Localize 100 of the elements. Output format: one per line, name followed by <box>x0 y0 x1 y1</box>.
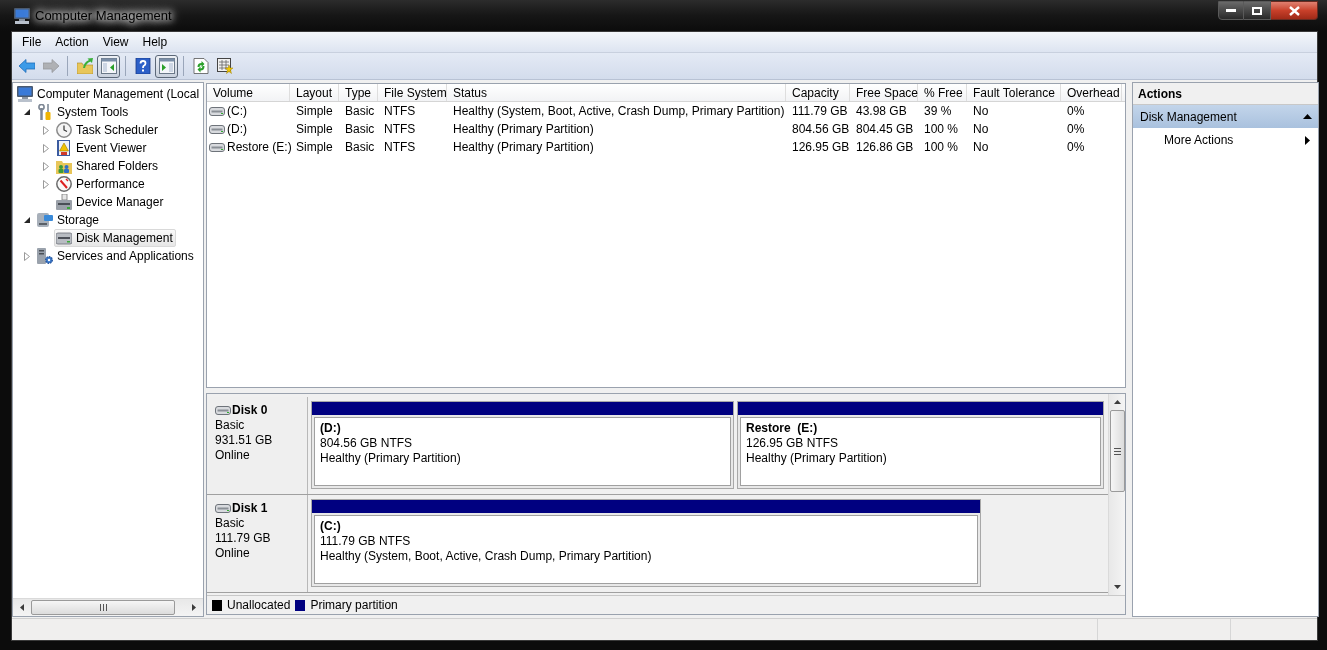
partition-block[interactable]: (D:) 804.56 GB NTFS Healthy (Primary Partition) <box>311 401 734 489</box>
drive-icon <box>209 106 225 116</box>
menu-item[interactable]: Action <box>48 32 96 52</box>
collapsed-triangle-icon[interactable] <box>43 179 49 189</box>
folder-arrow-icon <box>76 58 93 74</box>
partition-size: 111.79 GB NTFS <box>320 534 412 549</box>
window-title: Computer Management <box>33 5 174 26</box>
scrollbar-thumb[interactable] <box>1109 410 1125 492</box>
partition-name: (D:) <box>320 421 342 436</box>
tree-item[interactable]: Event Viewer <box>54 139 150 157</box>
partition-block[interactable]: (C:) 111.79 GB NTFS Healthy (System, Boot, Active, Crash Dump, Primary Partition) <box>311 499 981 587</box>
table-cell-text: 111.79 GB <box>791 103 849 120</box>
toolbar-button[interactable] <box>97 54 120 78</box>
tree-item[interactable]: Disk Management <box>54 229 176 247</box>
table-cell-text: No <box>972 121 990 138</box>
expanded-triangle-icon[interactable] <box>24 217 30 223</box>
table-row[interactable]: (D:) Simple Basic NTFS Healthy (Primary Partition) 804.56 GB 804.45 GB 100 % No 0% <box>207 120 1125 138</box>
table-cell-text: Restore (E:) <box>227 139 292 156</box>
grip-icon <box>1113 447 1121 455</box>
table-cell-text: Healthy (System, Boot, Active, Crash Dump, Primary Partition) <box>452 103 786 120</box>
maximize-button[interactable] <box>1244 1 1271 20</box>
tree-item[interactable]: Task Scheduler <box>54 121 162 139</box>
table-cell-text: 0% <box>1066 121 1086 138</box>
table-row[interactable]: Restore (E:) Simple Basic NTFS Healthy (Primary Partition) 126.95 GB 126.86 GB 100 % No 0% <box>207 138 1125 156</box>
partition-size: 804.56 GB NTFS <box>320 436 414 451</box>
refresh-icon <box>192 58 209 74</box>
column-header[interactable]: % Free <box>918 84 967 101</box>
table-cell-text: 100 % <box>923 139 960 156</box>
table-cell-text: (D:) <box>227 121 247 138</box>
table-row[interactable]: (C:) Simple Basic NTFS Healthy (System, Boot, Active, Crash Dump, Primary Partition) 111.79 GB 43.98 GB 39 % No 0% <box>207 102 1125 120</box>
table-cell-text: 0% <box>1066 103 1086 120</box>
tree-item[interactable]: Shared Folders <box>54 157 162 175</box>
collapsed-triangle-icon[interactable] <box>43 143 49 153</box>
collapsed-triangle-icon[interactable] <box>24 251 30 261</box>
column-header[interactable]: Fault Tolerance <box>967 84 1061 101</box>
scroll-up-icon[interactable] <box>1113 400 1121 404</box>
storage-drive-icon <box>37 212 53 228</box>
column-header[interactable]: Layout <box>290 84 339 101</box>
column-header[interactable]: Capacity <box>786 84 850 101</box>
tree-item[interactable]: Services and Applications <box>35 247 197 265</box>
table-cell-text: Healthy (Primary Partition) <box>452 121 595 138</box>
action-section[interactable]: Disk Management <box>1133 105 1318 128</box>
scroll-down-icon[interactable] <box>1113 585 1121 589</box>
gauge-icon <box>56 176 72 192</box>
table-cell-text: (C:) <box>227 103 247 120</box>
table-cell-text: NTFS <box>383 103 417 120</box>
tree-item[interactable]: Computer Management (Local <box>15 85 203 103</box>
menu-item[interactable]: File <box>15 32 49 52</box>
tree-item[interactable]: Storage <box>35 211 103 229</box>
menu-item[interactable]: Help <box>135 32 175 52</box>
toolbar-button[interactable] <box>155 54 178 78</box>
table-cell-text: Healthy (Primary Partition) <box>452 139 595 156</box>
legend-label: Primary partition <box>310 597 398 614</box>
column-header[interactable]: Status <box>447 84 786 101</box>
column-header[interactable]: File System <box>378 84 447 101</box>
tree-item[interactable]: Performance <box>54 175 148 193</box>
device-icon <box>56 194 72 210</box>
collapsed-triangle-icon[interactable] <box>43 161 49 171</box>
action-item[interactable]: More Actions <box>1133 128 1318 152</box>
tree-item[interactable]: System Tools <box>35 103 132 121</box>
collapsed-triangle-icon[interactable] <box>43 125 49 135</box>
partition-name: Restore (E:) <box>746 421 819 436</box>
table-cell-text: 43.98 GB <box>855 103 908 120</box>
actions-header: Actions <box>1133 83 1318 105</box>
table-cell-text: NTFS <box>383 139 417 156</box>
column-header[interactable]: Type <box>339 84 378 101</box>
close-icon <box>1288 5 1300 16</box>
scroll-left-icon[interactable] <box>20 604 24 611</box>
disk-type: Basic <box>215 418 246 433</box>
column-header[interactable]: Free Space <box>850 84 918 101</box>
partition-size: 126.95 GB NTFS <box>746 436 840 451</box>
disk-name: Disk 1 <box>232 501 268 516</box>
partition-block[interactable]: Restore (E:) 126.95 GB NTFS Healthy (Primary Partition) <box>737 401 1104 489</box>
drive-icon <box>215 504 231 513</box>
table-cell-text: Simple <box>295 139 334 156</box>
partition-name: (C:) <box>320 519 342 534</box>
close-button[interactable] <box>1271 1 1318 20</box>
scrollbar-thumb[interactable] <box>31 600 175 615</box>
table-cell-text: Basic <box>344 139 376 156</box>
disk-status: Online <box>215 448 251 463</box>
column-header[interactable]: Volume <box>207 84 290 101</box>
table-cell-text: Basic <box>344 103 376 120</box>
column-header[interactable]: Overhead <box>1061 84 1122 101</box>
partition-status: Healthy (System, Boot, Active, Crash Dump, Primary Partition) <box>320 549 653 564</box>
disk-type: Basic <box>215 516 246 531</box>
hard-drive-icon <box>56 230 72 246</box>
collapse-triangle-icon[interactable] <box>1303 114 1312 119</box>
monitor-icon <box>17 86 33 102</box>
minimize-button[interactable] <box>1218 1 1244 20</box>
tree-item[interactable]: Device Manager <box>54 193 167 211</box>
maximize-icon <box>1252 6 1262 15</box>
forward-arrow-icon <box>42 58 59 74</box>
expanded-triangle-icon[interactable] <box>24 109 30 115</box>
scroll-right-icon[interactable] <box>192 604 196 611</box>
shared-folder-icon <box>56 158 72 174</box>
grip-icon <box>99 604 107 611</box>
drive-icon <box>209 142 225 152</box>
menu-item[interactable]: View <box>95 32 136 52</box>
help-icon <box>134 58 151 74</box>
table-cell-text: NTFS <box>383 121 417 138</box>
